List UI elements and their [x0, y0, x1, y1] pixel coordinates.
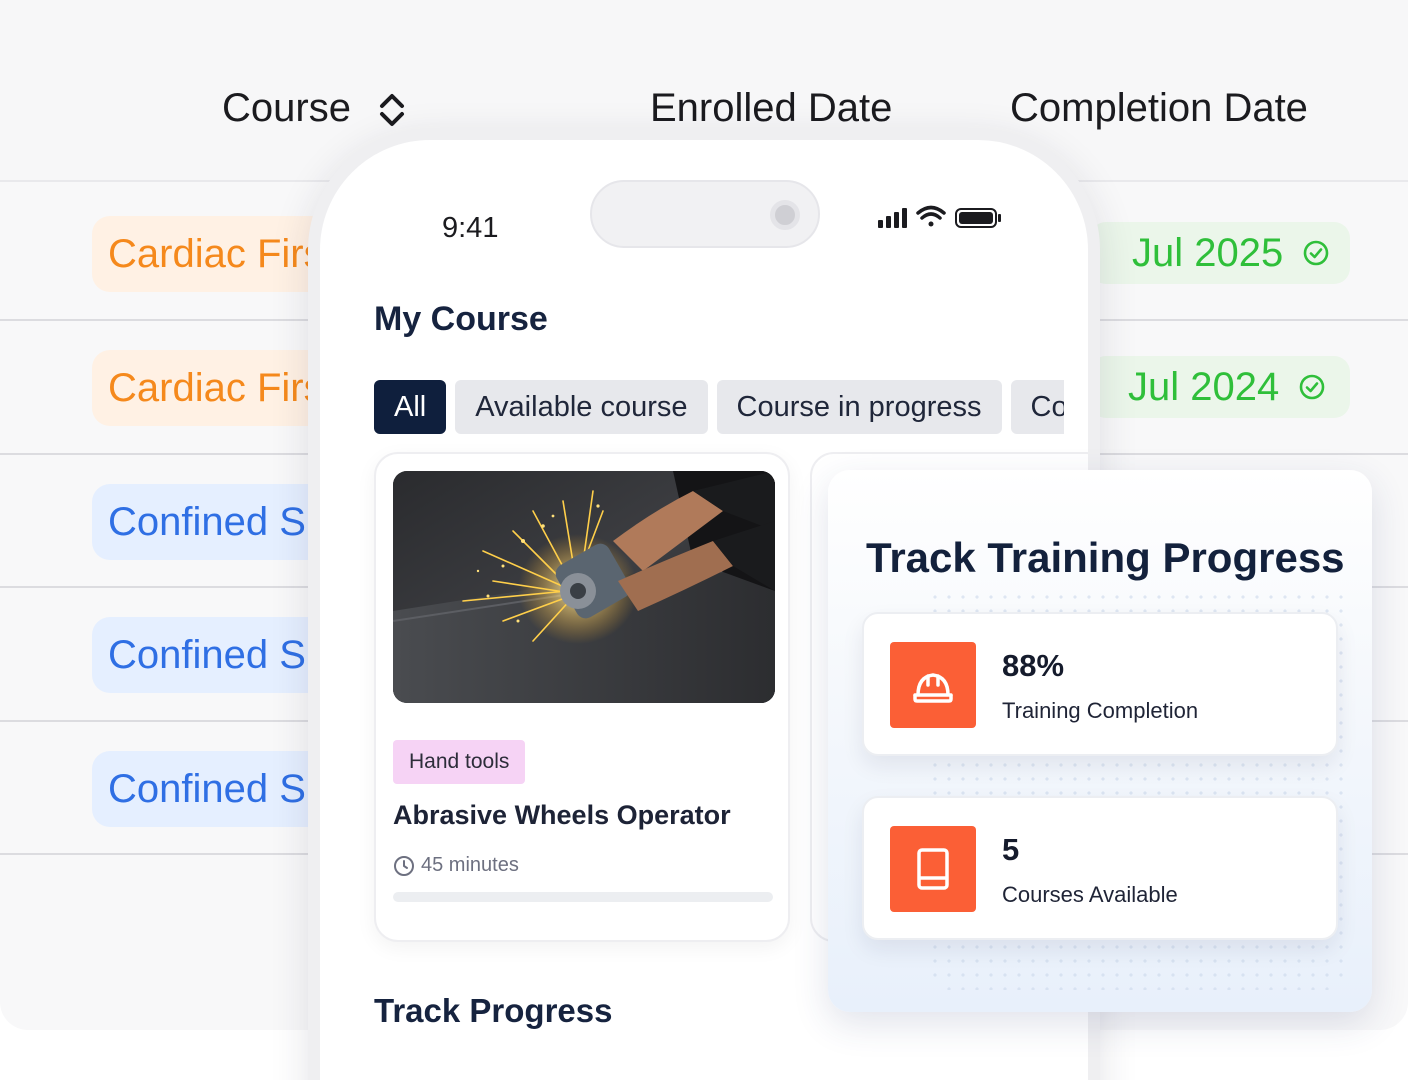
- tab-all[interactable]: All: [374, 380, 447, 434]
- completion-date-badge: Jul 2024: [1090, 356, 1350, 418]
- track-training-title: Track Training Progress: [866, 534, 1345, 581]
- track-progress-title: Track Progress: [374, 992, 613, 1029]
- course-filter-tabs: AllAvailable courseCourse in progressCou…: [374, 380, 1064, 436]
- camera-icon: [770, 200, 800, 230]
- category-tag: Hand tools: [393, 740, 526, 784]
- course-card[interactable]: Hand tools Abrasive Wheels Operator 45 m…: [374, 452, 790, 942]
- sort-icon[interactable]: [376, 90, 408, 130]
- clock-icon: [394, 855, 414, 876]
- book-icon: [890, 826, 976, 912]
- course-pill[interactable]: Confined Space: [92, 484, 342, 560]
- helmet-icon: [890, 642, 976, 728]
- column-header-course[interactable]: Course: [222, 86, 351, 131]
- dynamic-island: [590, 180, 820, 248]
- course-title[interactable]: Abrasive Wheels Operator: [393, 800, 731, 831]
- course-duration: 45 minutes: [393, 854, 519, 877]
- stat-card-training-completion: 88% Training Completion: [862, 612, 1338, 756]
- tab-course-completed[interactable]: Course completed: [1010, 380, 1064, 434]
- stat-label: Training Completion: [1002, 698, 1199, 723]
- check-circle-icon: [1303, 240, 1329, 266]
- stat-value: 88%: [1002, 648, 1065, 683]
- stat-card-courses-available: 5 Courses Available: [862, 796, 1338, 940]
- wifi-icon: [916, 205, 946, 227]
- duration-text: 45 minutes: [421, 854, 519, 876]
- course-pill[interactable]: Cardiac First: [92, 216, 342, 292]
- track-training-panel: Track Training Progress 88% Training Com…: [828, 470, 1372, 1012]
- stat-value: 5: [1002, 832, 1020, 867]
- angle-grinder-photo: [393, 471, 775, 703]
- my-course-title: My Course: [374, 300, 548, 338]
- completion-date: Jul 2025: [1132, 231, 1284, 275]
- status-bar-time: 9:41: [442, 212, 499, 244]
- check-circle-icon: [1299, 374, 1325, 400]
- tab-course-in-progress[interactable]: Course in progress: [716, 380, 1002, 434]
- column-header-completion-date[interactable]: Completion Date: [1010, 86, 1308, 131]
- course-pill[interactable]: Confined Space: [92, 617, 342, 693]
- course-pill[interactable]: Confined Space: [92, 751, 342, 827]
- signal-icon: [878, 208, 907, 228]
- column-header-enrolled-date[interactable]: Enrolled Date: [650, 86, 892, 131]
- stat-label: Courses Available: [1002, 882, 1178, 907]
- course-pill[interactable]: Cardiac First: [92, 350, 342, 426]
- completion-date-badge: Jul 2025: [1090, 222, 1350, 284]
- completion-date: Jul 2024: [1128, 365, 1280, 409]
- status-bar-icons: [878, 205, 1001, 228]
- tab-available-course[interactable]: Available course: [455, 380, 708, 434]
- battery-icon: [955, 208, 1001, 228]
- course-image: [393, 471, 775, 703]
- course-progress-bar: [393, 892, 773, 902]
